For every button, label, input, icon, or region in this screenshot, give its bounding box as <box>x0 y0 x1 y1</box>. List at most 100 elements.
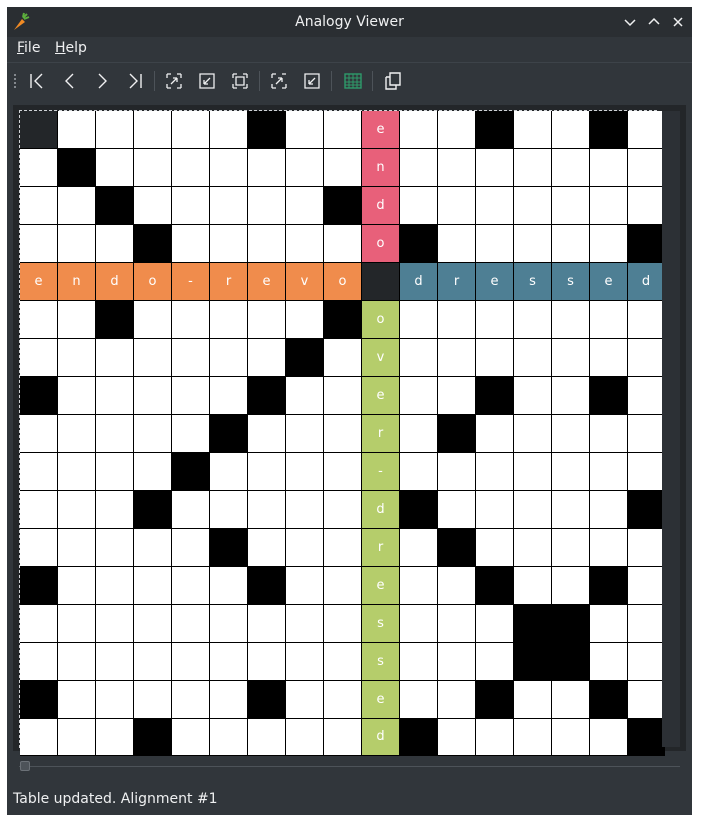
filled-cell[interactable] <box>134 225 172 263</box>
filled-cell[interactable] <box>400 225 438 263</box>
last-alignment-button[interactable] <box>122 68 148 94</box>
filled-cell[interactable] <box>590 681 628 719</box>
empty-cell[interactable] <box>514 111 552 149</box>
empty-cell[interactable] <box>476 643 514 681</box>
empty-cell[interactable] <box>628 415 665 453</box>
vertical-scrollbar[interactable] <box>662 111 680 747</box>
empty-cell[interactable] <box>286 529 324 567</box>
filled-cell[interactable] <box>286 339 324 377</box>
empty-cell[interactable] <box>552 111 590 149</box>
empty-cell[interactable] <box>210 491 248 529</box>
empty-cell[interactable] <box>248 301 286 339</box>
empty-cell[interactable] <box>20 529 58 567</box>
filled-cell[interactable] <box>590 567 628 605</box>
menu-file[interactable]: File <box>17 40 40 56</box>
empty-cell[interactable] <box>514 681 552 719</box>
empty-cell[interactable] <box>400 377 438 415</box>
empty-cell[interactable] <box>134 453 172 491</box>
empty-cell[interactable] <box>590 301 628 339</box>
empty-cell[interactable] <box>514 149 552 187</box>
empty-cell[interactable] <box>134 415 172 453</box>
right-word-cell[interactable]: r <box>438 263 476 301</box>
left-word-cell[interactable]: e <box>20 263 58 301</box>
empty-cell[interactable] <box>20 605 58 643</box>
empty-cell[interactable] <box>96 339 134 377</box>
empty-cell[interactable] <box>58 643 96 681</box>
empty-cell[interactable] <box>210 605 248 643</box>
filled-cell[interactable] <box>400 719 438 756</box>
empty-cell[interactable] <box>210 225 248 263</box>
empty-cell[interactable] <box>400 187 438 225</box>
empty-cell[interactable] <box>628 187 665 225</box>
filled-cell[interactable] <box>134 719 172 756</box>
empty-cell[interactable] <box>58 187 96 225</box>
left-word-cell[interactable]: - <box>172 263 210 301</box>
empty-cell[interactable] <box>476 301 514 339</box>
empty-cell[interactable] <box>172 719 210 756</box>
empty-cell[interactable] <box>476 605 514 643</box>
filled-cell[interactable] <box>210 415 248 453</box>
empty-cell[interactable] <box>20 149 58 187</box>
empty-cell[interactable] <box>248 491 286 529</box>
empty-cell[interactable] <box>58 301 96 339</box>
empty-cell[interactable] <box>324 491 362 529</box>
empty-cell[interactable] <box>286 111 324 149</box>
empty-cell[interactable] <box>58 377 96 415</box>
empty-cell[interactable] <box>590 719 628 756</box>
empty-cell[interactable] <box>134 567 172 605</box>
left-word-cell[interactable]: n <box>58 263 96 301</box>
empty-cell[interactable] <box>20 415 58 453</box>
empty-cell[interactable] <box>58 339 96 377</box>
empty-cell[interactable] <box>438 339 476 377</box>
zoom-in-button[interactable] <box>161 68 187 94</box>
filled-cell[interactable] <box>248 681 286 719</box>
zoom-out-alt-button[interactable] <box>299 68 325 94</box>
empty-cell[interactable] <box>58 225 96 263</box>
top-word-cell[interactable]: e <box>362 111 400 149</box>
empty-cell[interactable] <box>438 567 476 605</box>
table-scroll-area[interactable]: endoendo-revodressedover-dressed <box>13 105 686 756</box>
empty-cell[interactable] <box>96 681 134 719</box>
empty-cell[interactable] <box>476 453 514 491</box>
empty-cell[interactable] <box>324 377 362 415</box>
zoom-out-button[interactable] <box>194 68 220 94</box>
empty-cell[interactable] <box>324 453 362 491</box>
empty-cell[interactable] <box>134 605 172 643</box>
left-word-cell[interactable]: d <box>96 263 134 301</box>
empty-cell[interactable] <box>324 605 362 643</box>
empty-cell[interactable] <box>552 529 590 567</box>
empty-cell[interactable] <box>438 111 476 149</box>
top-word-cell[interactable]: n <box>362 149 400 187</box>
empty-cell[interactable] <box>58 605 96 643</box>
empty-cell[interactable] <box>514 225 552 263</box>
filled-cell[interactable] <box>476 111 514 149</box>
empty-cell[interactable] <box>20 491 58 529</box>
empty-cell[interactable] <box>324 225 362 263</box>
empty-cell[interactable] <box>58 681 96 719</box>
right-word-cell[interactable]: d <box>628 263 665 301</box>
empty-cell[interactable] <box>514 301 552 339</box>
bottom-word-cell[interactable]: r <box>362 415 400 453</box>
empty-cell[interactable] <box>400 605 438 643</box>
empty-cell[interactable] <box>58 111 96 149</box>
filled-cell[interactable] <box>400 491 438 529</box>
filled-cell[interactable] <box>476 567 514 605</box>
bottom-word-cell[interactable]: - <box>362 453 400 491</box>
empty-cell[interactable] <box>210 719 248 756</box>
empty-cell[interactable] <box>96 111 134 149</box>
empty-cell[interactable] <box>210 681 248 719</box>
empty-cell[interactable] <box>514 377 552 415</box>
empty-cell[interactable] <box>552 415 590 453</box>
empty-cell[interactable] <box>210 149 248 187</box>
empty-cell[interactable] <box>400 643 438 681</box>
empty-cell[interactable] <box>96 149 134 187</box>
empty-cell[interactable] <box>20 453 58 491</box>
empty-cell[interactable] <box>438 681 476 719</box>
filled-cell[interactable] <box>248 377 286 415</box>
empty-cell[interactable] <box>286 491 324 529</box>
empty-cell[interactable] <box>134 301 172 339</box>
empty-cell[interactable] <box>628 339 665 377</box>
empty-cell[interactable] <box>514 453 552 491</box>
empty-cell[interactable] <box>438 491 476 529</box>
empty-cell[interactable] <box>96 225 134 263</box>
